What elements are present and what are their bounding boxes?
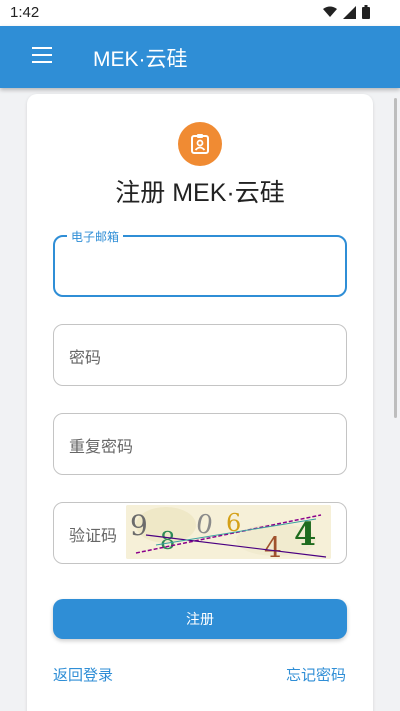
- password-field[interactable]: 密码: [53, 324, 347, 386]
- wifi-icon: [323, 6, 337, 17]
- repeat-password-field[interactable]: 重复密码: [53, 413, 347, 475]
- svg-text:8: 8: [160, 527, 175, 555]
- menu-icon[interactable]: [32, 47, 56, 67]
- contact-badge-icon: [178, 122, 222, 166]
- forgot-password-link[interactable]: 忘记密码: [286, 664, 346, 685]
- repeat-password-input[interactable]: [54, 414, 346, 474]
- password-input[interactable]: [54, 325, 346, 385]
- email-input[interactable]: [55, 237, 345, 295]
- app-bar: MEK·云硅: [0, 26, 400, 88]
- register-button[interactable]: 注册: [53, 599, 347, 639]
- back-to-login-link[interactable]: 返回登录: [53, 664, 113, 685]
- page-title: 注册 MEK·云硅: [115, 179, 285, 207]
- signal-icon: [343, 5, 356, 19]
- status-bar: 1:42: [0, 0, 400, 26]
- email-field[interactable]: 电子邮箱: [53, 228, 347, 297]
- status-time: 1:42: [10, 4, 40, 21]
- app-title: MEK·云硅: [93, 48, 188, 71]
- battery-icon: [362, 5, 370, 19]
- email-label: 电子邮箱: [67, 228, 124, 245]
- svg-text:9: 9: [130, 509, 148, 542]
- status-icons: [323, 5, 370, 19]
- svg-text:4: 4: [264, 531, 282, 559]
- scrollbar[interactable]: [394, 98, 397, 418]
- captcha-image[interactable]: 9 8 0 6 4 4: [126, 505, 331, 559]
